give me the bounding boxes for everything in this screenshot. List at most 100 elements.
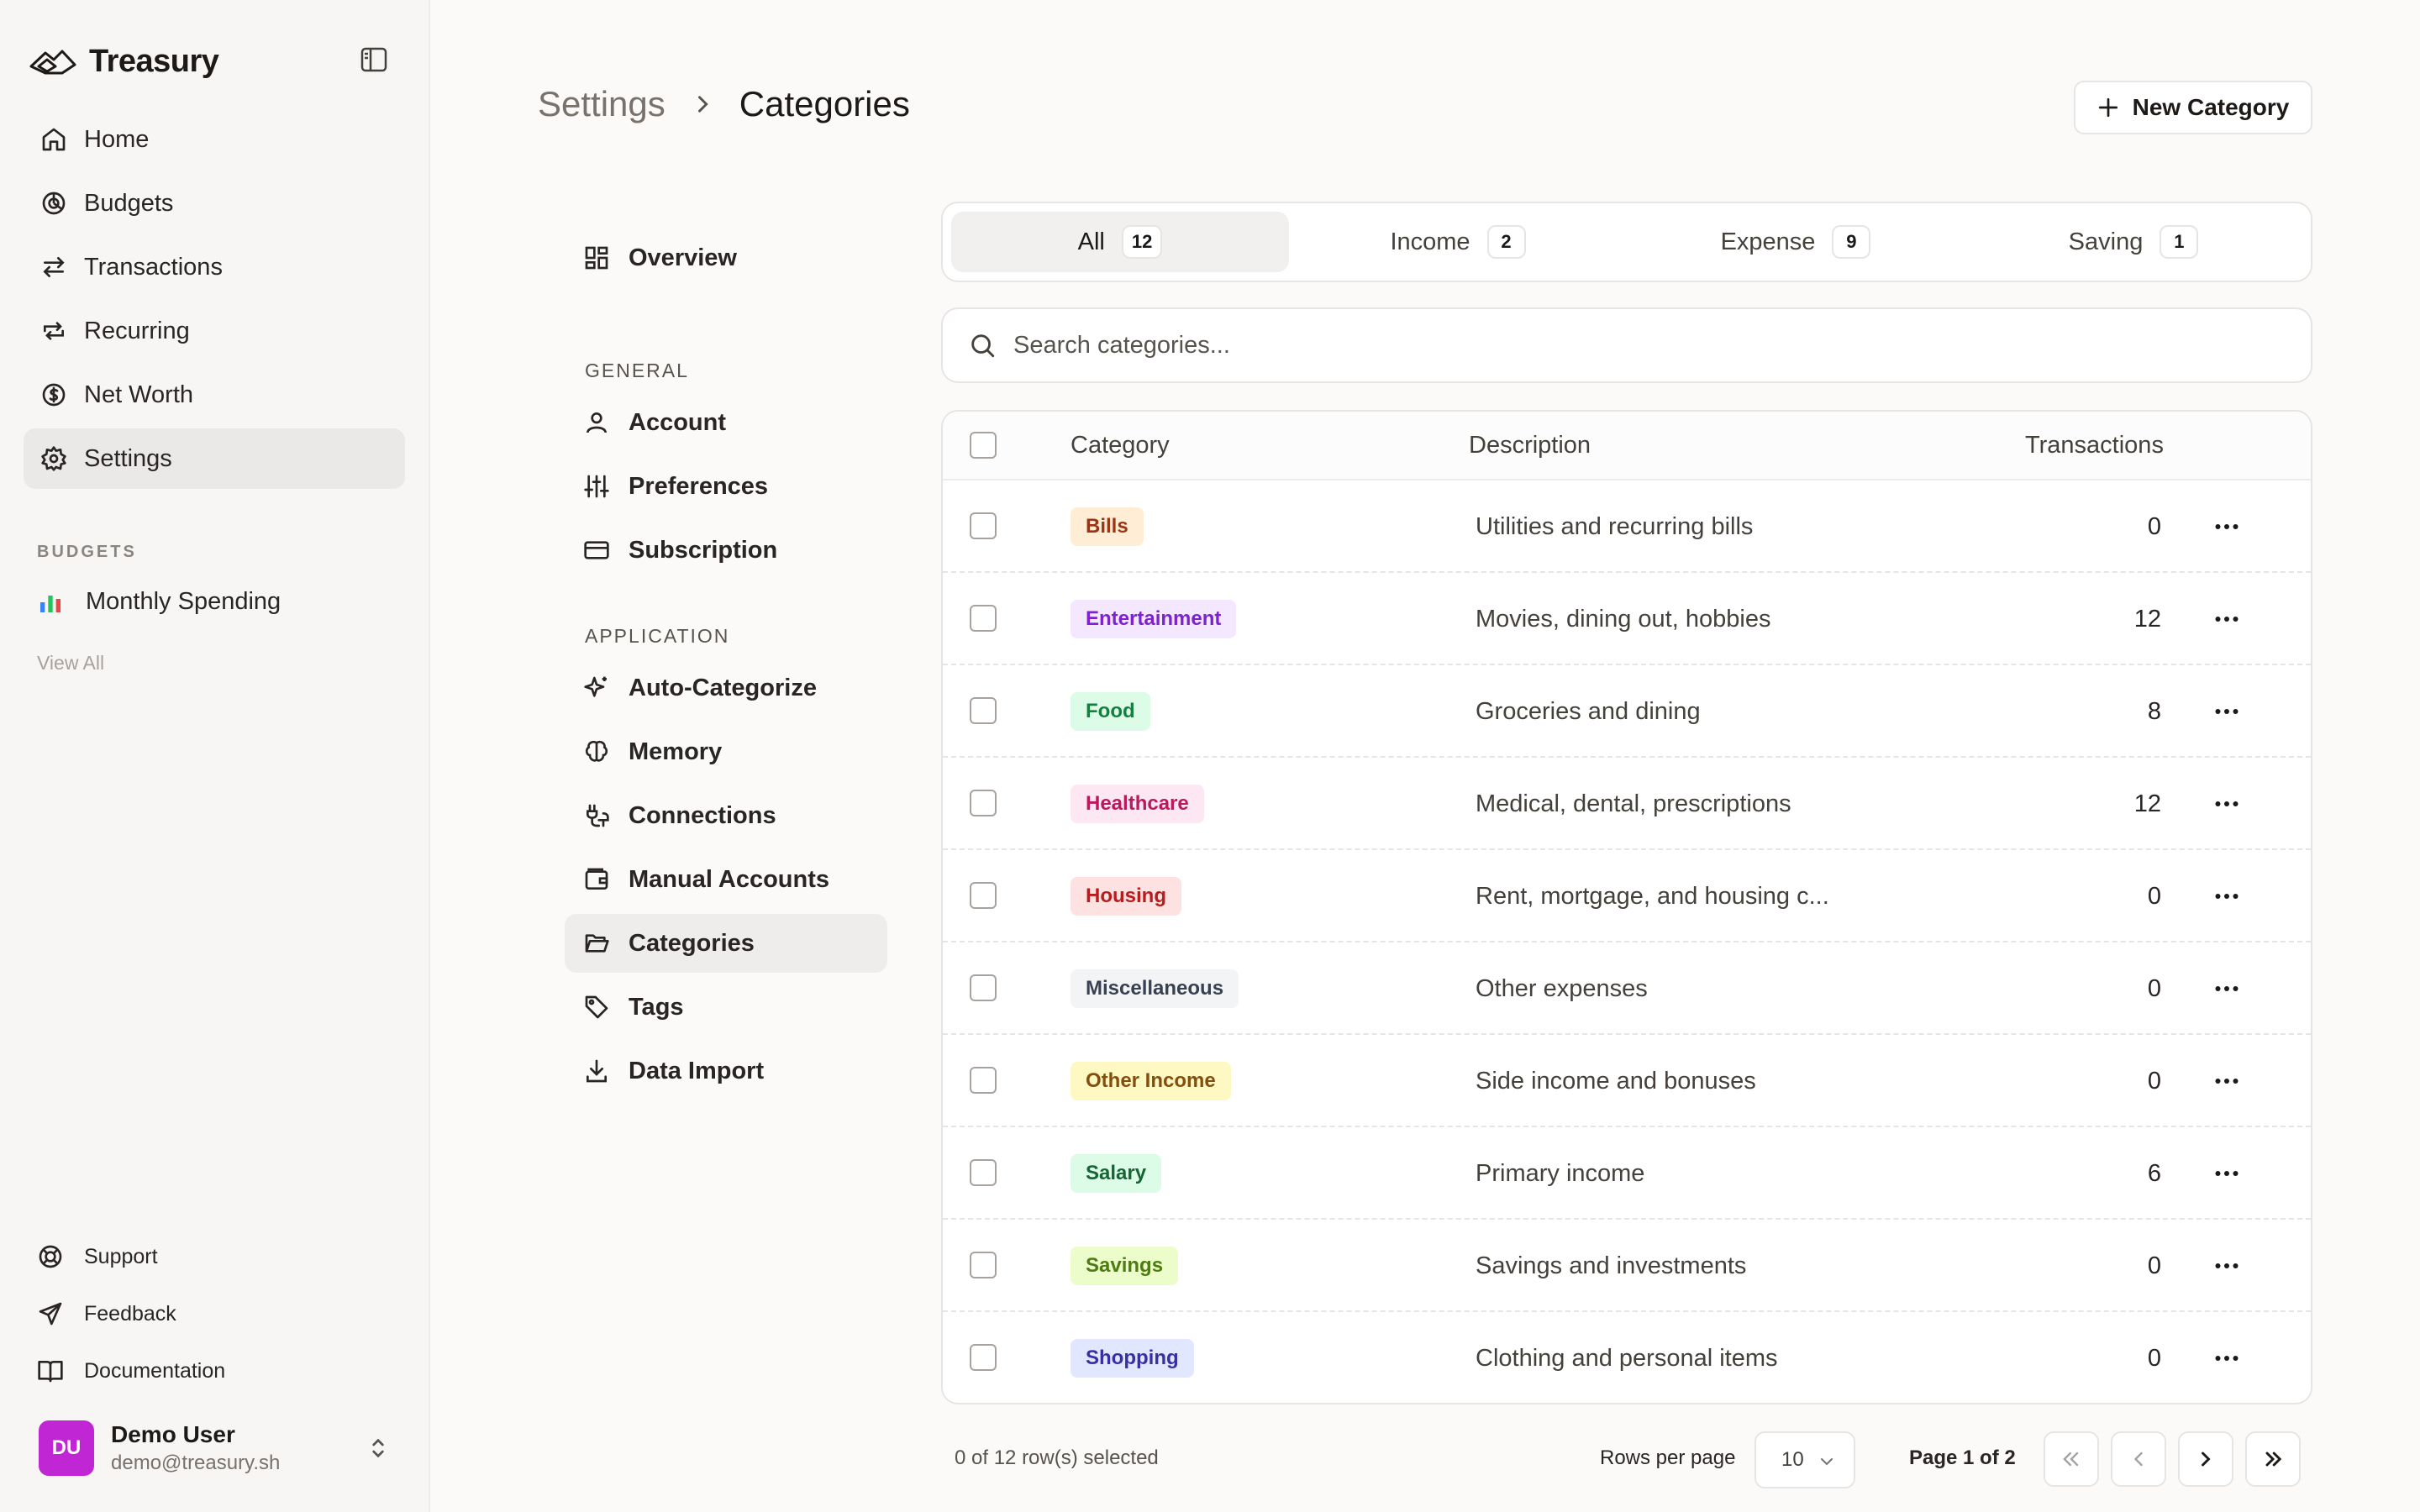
brand[interactable]: Treasury	[29, 39, 219, 84]
settings-item-label: Memory	[629, 738, 723, 765]
tab-count-badge: 1	[2160, 225, 2199, 259]
rows-per-page-select[interactable]: 10	[1754, 1431, 1855, 1488]
settings-item-auto-categorize[interactable]: Auto-Categorize	[565, 659, 887, 717]
last-page-button[interactable]	[2245, 1431, 2301, 1487]
settings-item-label: Preferences	[629, 472, 769, 500]
settings-item-connections[interactable]: Connections	[565, 786, 887, 845]
budget-item-monthly-spending[interactable]: Monthly Spending	[37, 588, 281, 616]
table-row[interactable]: Shopping Clothing and personal items 0	[943, 1312, 2311, 1403]
tab-label: Expense	[1720, 228, 1816, 255]
next-page-button[interactable]	[2178, 1431, 2233, 1487]
tab-all[interactable]: All 12	[951, 212, 1289, 272]
nav-item-net-worth[interactable]: Net Worth	[24, 365, 405, 425]
chevrons-right-icon	[2265, 1452, 2282, 1467]
user-menu[interactable]: DU Demo User demo@treasury.sh	[39, 1420, 392, 1477]
table-row[interactable]: Salary Primary income 6	[943, 1127, 2311, 1220]
transaction-count: 0	[2147, 1344, 2161, 1372]
view-all-link[interactable]: View All	[37, 652, 104, 675]
breadcrumb-settings[interactable]: Settings	[538, 84, 666, 124]
arrows-icon	[43, 257, 65, 277]
previous-page-button[interactable]	[2111, 1431, 2166, 1487]
table-row[interactable]: Savings Savings and investments 0	[943, 1220, 2311, 1312]
select-all-checkbox[interactable]	[970, 432, 997, 459]
row-checkbox[interactable]	[970, 605, 997, 632]
more-horizontal-icon[interactable]	[2212, 1251, 2242, 1281]
row-checkbox[interactable]	[970, 790, 997, 816]
chevron-right-icon	[2202, 1452, 2211, 1467]
table-row[interactable]: Food Groceries and dining 8	[943, 665, 2311, 758]
category-pill: Other Income	[1071, 1062, 1231, 1100]
row-checkbox[interactable]	[970, 512, 997, 539]
tab-income[interactable]: Income 2	[1289, 212, 1627, 272]
nav-item-home[interactable]: Home	[24, 109, 405, 170]
table-row[interactable]: Bills Utilities and recurring bills 0	[943, 480, 2311, 573]
settings-item-categories[interactable]: Categories	[565, 914, 887, 973]
new-category-button[interactable]: New Category	[2074, 81, 2312, 134]
nav-item-feedback[interactable]: Feedback	[37, 1285, 225, 1342]
tab-count-badge: 2	[1486, 225, 1526, 259]
more-horizontal-icon[interactable]	[2212, 789, 2242, 819]
settings-item-manual-accounts[interactable]: Manual Accounts	[565, 850, 887, 909]
nav-item-budgets[interactable]: Budgets	[24, 173, 405, 234]
nav-item-recurring[interactable]: Recurring	[24, 301, 405, 361]
category-pill: Healthcare	[1071, 785, 1204, 823]
row-checkbox[interactable]	[970, 974, 997, 1001]
category-description: Side income and bonuses	[1476, 1067, 1756, 1095]
table-row[interactable]: Other Income Side income and bonuses 0	[943, 1035, 2311, 1127]
more-horizontal-icon[interactable]	[2212, 512, 2242, 542]
more-horizontal-icon[interactable]	[2212, 604, 2242, 634]
nav-item-transactions[interactable]: Transactions	[24, 237, 405, 297]
more-horizontal-icon[interactable]	[2212, 1158, 2242, 1189]
column-description[interactable]: Description	[1469, 432, 1591, 459]
nav-item-documentation[interactable]: Documentation	[37, 1342, 225, 1399]
table-row[interactable]: Healthcare Medical, dental, prescriptions…	[943, 758, 2311, 850]
settings-item-tags[interactable]: Tags	[565, 978, 887, 1037]
row-checkbox[interactable]	[970, 697, 997, 724]
category-description: Rent, mortgage, and housing c...	[1476, 882, 1829, 910]
search-box	[941, 307, 2312, 383]
more-horizontal-icon[interactable]	[2212, 1066, 2242, 1096]
column-category[interactable]: Category	[1071, 432, 1170, 459]
column-transactions[interactable]: Transactions	[2025, 432, 2164, 459]
tab-expense[interactable]: Expense 9	[1627, 212, 1965, 272]
transaction-count: 0	[2147, 512, 2161, 540]
user-info: Demo User demo@treasury.sh	[111, 1421, 280, 1475]
category-pill: Salary	[1071, 1154, 1162, 1193]
table-row[interactable]: Miscellaneous Other expenses 0	[943, 942, 2311, 1035]
transaction-count: 8	[2147, 697, 2161, 725]
row-checkbox[interactable]	[970, 1159, 997, 1186]
sidebar-footer-nav: Support Feedback Documentation	[37, 1228, 225, 1399]
row-checkbox[interactable]	[970, 882, 997, 909]
chevrons-left-icon	[2063, 1452, 2079, 1467]
row-checkbox[interactable]	[970, 1344, 997, 1371]
nav-item-support[interactable]: Support	[37, 1228, 225, 1285]
more-horizontal-icon[interactable]	[2212, 696, 2242, 727]
download-icon	[587, 1059, 607, 1083]
more-horizontal-icon[interactable]	[2212, 974, 2242, 1004]
treasury-logo-icon	[29, 50, 76, 75]
search-input[interactable]	[1013, 331, 2190, 360]
row-checkbox[interactable]	[970, 1252, 997, 1278]
first-page-button[interactable]	[2044, 1431, 2099, 1487]
app-root: Treasury Home Budgets Transactions Recur…	[0, 0, 2420, 1512]
sparkles-icon	[584, 676, 607, 697]
book-icon	[38, 1361, 63, 1383]
settings-item-overview[interactable]: Overview	[565, 228, 887, 287]
settings-item-preferences[interactable]: Preferences	[565, 457, 887, 516]
settings-item-label: Data Import	[629, 1057, 765, 1084]
nav-item-settings[interactable]: Settings	[24, 428, 405, 489]
plus-icon	[2098, 97, 2118, 118]
sidebar-toggle-button[interactable]	[358, 45, 390, 74]
more-horizontal-icon[interactable]	[2212, 1343, 2242, 1373]
settings-item-subscription[interactable]: Subscription	[565, 521, 887, 580]
page-info: Page 1 of 2	[1909, 1446, 2016, 1469]
table-row[interactable]: Entertainment Movies, dining out, hobbies…	[943, 573, 2311, 665]
table-row[interactable]: Housing Rent, mortgage, and housing c... 0	[943, 850, 2311, 942]
settings-item-account[interactable]: Account	[565, 393, 887, 452]
more-horizontal-icon[interactable]	[2212, 881, 2242, 911]
settings-item-label: Tags	[629, 993, 684, 1021]
row-checkbox[interactable]	[970, 1067, 997, 1094]
settings-item-data-import[interactable]: Data Import	[565, 1042, 887, 1100]
tab-saving[interactable]: Saving 1	[1965, 212, 2302, 272]
settings-item-memory[interactable]: Memory	[565, 722, 887, 781]
